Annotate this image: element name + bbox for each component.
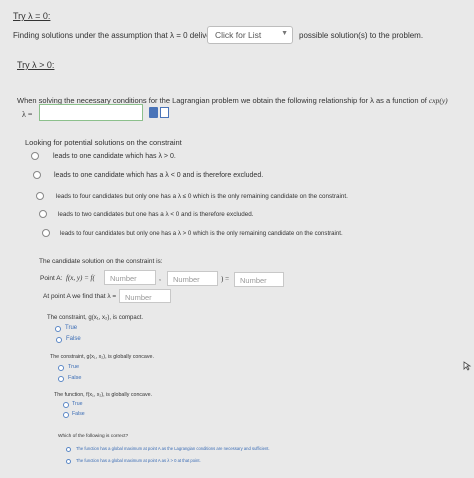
compact-true-radio[interactable] bbox=[55, 326, 61, 332]
candidate-option-4: leads to two candidates but one has a λ … bbox=[58, 211, 254, 218]
concave-g-question: The constraint, g(x₁, x₂), is globally c… bbox=[50, 354, 154, 360]
mouse-cursor-icon bbox=[463, 361, 472, 371]
section-heading-lambda-positive: Try λ > 0: bbox=[17, 60, 55, 70]
compact-true-label: True bbox=[65, 325, 78, 331]
section-heading-lambda-zero: Try λ = 0: bbox=[13, 11, 51, 21]
candidate-option-1-radio[interactable] bbox=[31, 152, 39, 160]
point-a-y-placeholder: Number bbox=[173, 275, 200, 284]
correct-option-1-radio[interactable] bbox=[66, 447, 71, 452]
lambda-expression-input[interactable] bbox=[39, 104, 143, 121]
lambda-at-a-input[interactable]: Number bbox=[119, 289, 171, 303]
concave-g-true-radio[interactable] bbox=[58, 365, 64, 371]
point-a-x-input[interactable]: Number bbox=[104, 270, 156, 285]
close-paren-equals: ) = bbox=[221, 275, 230, 283]
candidate-option-2: leads to one candidate which has a λ < 0… bbox=[54, 172, 264, 179]
correct-option-2-label: The function has a global maximum at poi… bbox=[76, 458, 201, 463]
concave-g-false-radio[interactable] bbox=[58, 376, 64, 382]
lambda-at-a-placeholder: Number bbox=[125, 293, 152, 302]
compact-false-radio[interactable] bbox=[56, 337, 62, 343]
math-editor-icon[interactable] bbox=[149, 107, 158, 118]
after-dropdown-text: possible solution(s) to the problem. bbox=[299, 31, 424, 40]
concave-g-false-label: False bbox=[68, 375, 82, 381]
solutions-count-dropdown[interactable]: Click for List ▼ bbox=[207, 26, 293, 44]
candidate-option-4-radio[interactable] bbox=[39, 210, 47, 218]
candidate-option-3-radio[interactable] bbox=[36, 192, 44, 200]
point-a-y-input[interactable]: Number bbox=[167, 271, 218, 286]
point-a-x-placeholder: Number bbox=[110, 274, 137, 283]
point-a-label: Point A: bbox=[40, 275, 63, 282]
candidate-option-2-radio[interactable] bbox=[33, 171, 41, 179]
help-icon[interactable] bbox=[160, 107, 169, 118]
lagrangian-text-math: cxp(y) bbox=[428, 96, 448, 105]
dropdown-value: Click for List bbox=[215, 30, 262, 40]
finding-text: Finding solutions under the assumption t… bbox=[13, 31, 218, 40]
comma-separator: , bbox=[159, 275, 161, 282]
lambda-at-a-label: At point A we find that λ = bbox=[43, 293, 117, 300]
concave-g-true-label: True bbox=[68, 364, 80, 370]
correct-option-1-label: The function has a global maximum at poi… bbox=[76, 446, 270, 451]
candidate-option-5-radio[interactable] bbox=[42, 229, 50, 237]
correct-option-2-radio[interactable] bbox=[66, 459, 71, 464]
concave-f-false-label: False bbox=[72, 411, 85, 417]
chevron-down-icon: ▼ bbox=[281, 30, 288, 37]
candidate-option-3: leads to four candidates but only one ha… bbox=[56, 193, 348, 200]
correct-question: Which of the following is correct? bbox=[58, 434, 129, 439]
concave-f-question: The function, f(x₁, x₂), is globally con… bbox=[54, 392, 153, 398]
compact-question: The constraint, g(x₁, x₂), is compact. bbox=[47, 315, 144, 321]
lambda-label: λ = bbox=[22, 110, 33, 119]
candidate-option-5: leads to four candidates but only one ha… bbox=[60, 230, 343, 237]
candidate-solution-heading: The candidate solution on the constraint… bbox=[39, 258, 163, 265]
concave-f-true-label: True bbox=[72, 401, 83, 407]
compact-false-label: False bbox=[66, 336, 81, 342]
concave-f-false-radio[interactable] bbox=[63, 412, 69, 418]
point-a-value-placeholder: Number bbox=[240, 276, 267, 285]
candidate-option-1: leads to one candidate which has λ > 0. bbox=[53, 153, 176, 160]
f-label: f(x, y) = f( bbox=[66, 274, 95, 282]
candidates-heading: Looking for potential solutions on the c… bbox=[25, 138, 182, 147]
point-a-value-input[interactable]: Number bbox=[234, 272, 284, 287]
concave-f-true-radio[interactable] bbox=[63, 402, 69, 408]
